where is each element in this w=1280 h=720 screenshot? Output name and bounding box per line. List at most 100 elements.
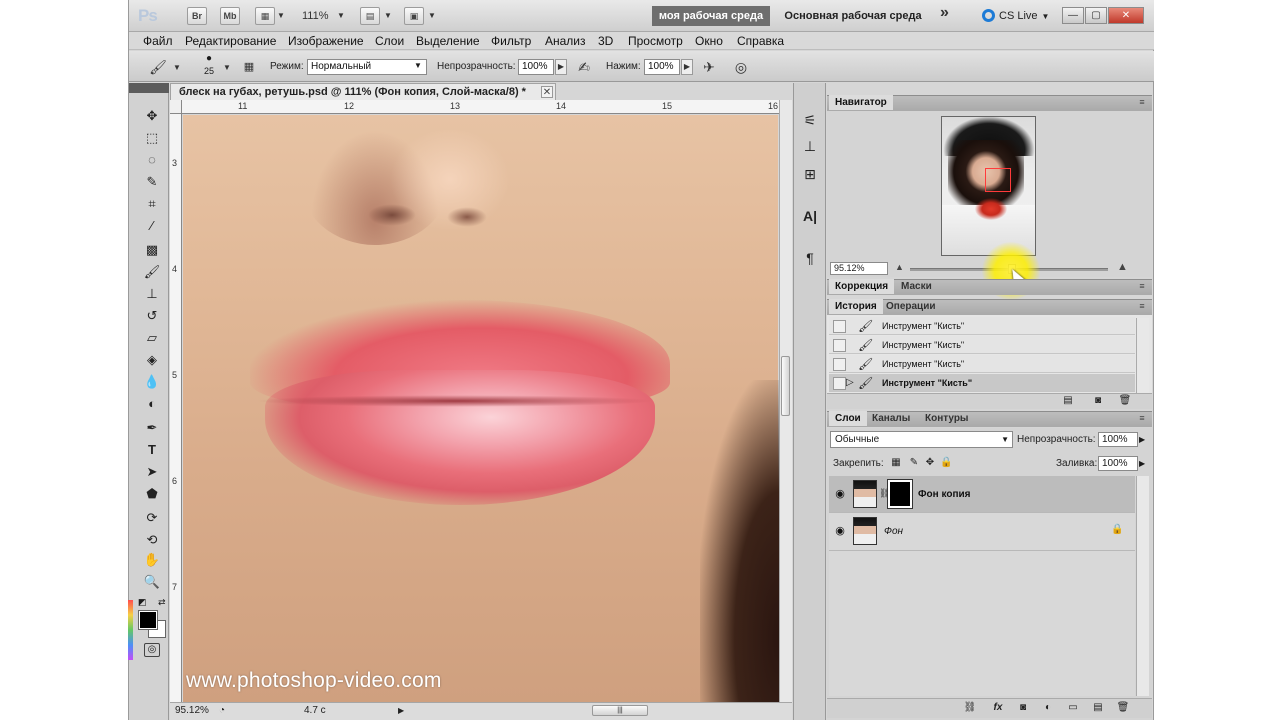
ruler-origin[interactable] [170,100,182,114]
navigator-zoom-input[interactable]: 95.12% [830,262,888,275]
gradient-icon[interactable]: ◈ [140,350,164,370]
move-icon[interactable]: ✥ [140,106,164,126]
history-item[interactable] [829,336,1135,354]
zoom-in-icon[interactable]: ▲ [1117,262,1128,273]
foreground-color-swatch[interactable] [138,610,158,630]
history-snapshot-box[interactable] [833,339,846,352]
layer-name[interactable]: Фон копия [918,488,970,502]
delete-layer-icon[interactable]: 🗑 [1115,700,1131,716]
zoom-chevron-icon[interactable]: ▼ [337,8,345,24]
tool-preset-chevron-icon[interactable]: ▼ [173,60,181,76]
menu-window[interactable]: Окно [695,33,723,49]
layer-opacity-slider-icon[interactable]: ▶ [1139,435,1145,444]
mini-bridge-button[interactable]: Mb [220,7,240,25]
visibility-eye-icon[interactable]: ◉ [833,524,847,538]
workspace-my[interactable]: моя рабочая среда [652,6,770,26]
fill-slider-icon[interactable]: ▶ [1139,459,1145,468]
opacity-slider-button[interactable]: ▶ [555,59,567,75]
tab-history[interactable]: История [829,299,883,314]
link-layers-icon[interactable]: ⛓ [962,700,978,716]
navigator-panel-menu-icon[interactable]: ≡ [1135,96,1149,108]
history-brush-icon[interactable]: ↺ [140,306,164,326]
pen-icon[interactable]: ✒ [140,418,164,438]
marquee-icon[interactable]: ⬚ [140,128,164,148]
screen-mode-button[interactable]: ▣ [404,7,424,25]
add-mask-icon[interactable]: ◙ [1015,700,1031,716]
maximize-button[interactable]: ▢ [1085,7,1107,24]
horizontal-ruler[interactable]: 11 12 13 14 15 16 [182,100,790,114]
zoom-level-select[interactable]: 111% [302,8,329,24]
history-item[interactable] [829,317,1135,335]
document-tab[interactable]: блеск на губах, ретушь.psd @ 111% (Фон к… [170,83,556,100]
flow-slider-button[interactable]: ▶ [681,59,693,75]
canvas-horizontal-scroll-thumb[interactable]: ||| [592,705,648,716]
menu-filter[interactable]: Фильтр [491,33,531,49]
quick-mask-icon[interactable]: ◎ [144,643,160,657]
bridge-button[interactable]: Br [187,7,207,25]
brush-icon[interactable]: 🖌 [140,262,164,282]
shape-icon[interactable]: ⬟ [140,484,164,504]
blend-mode-select[interactable]: Нормальный [307,59,427,75]
flow-input[interactable]: 100% [644,59,680,75]
menu-edit[interactable]: Редактирование [185,33,276,49]
brush-size-picker[interactable]: ● 25 [198,53,220,79]
quick-select-icon[interactable]: ✎ [140,172,164,192]
new-snapshot-icon[interactable]: ◙ [1090,393,1106,409]
zoom-icon[interactable]: 🔍 [140,572,164,592]
delete-state-icon[interactable]: 🗑 [1117,393,1133,409]
clone-source-icon[interactable]: ⊥ [798,134,822,158]
menu-select[interactable]: Выделение [416,33,480,49]
vertical-ruler[interactable]: 3 4 5 6 7 [170,114,182,702]
brush-panel-toggle-icon[interactable]: ▦ [239,56,259,76]
tab-paths[interactable]: Контуры [919,411,974,426]
history-item-current[interactable] [829,374,1135,392]
layer-mask-thumbnail[interactable] [887,479,913,509]
tab-layers[interactable]: Слои [829,411,867,426]
lock-position-icon[interactable]: ✥ [924,457,936,469]
tab-navigator[interactable]: Навигатор [829,95,893,110]
history-snapshot-box[interactable] [833,377,846,390]
status-zoom[interactable]: 95.12% [175,704,209,717]
layer-thumbnail[interactable] [853,517,877,545]
arrange-documents-button[interactable]: ▤ [360,7,380,25]
eraser-icon[interactable]: ▱ [140,328,164,348]
navigator-view-box[interactable] [985,168,1011,192]
tab-actions[interactable]: Операции [880,299,942,314]
tool-preset-brush-icon[interactable]: 🖌 [148,56,168,76]
view-extras-button[interactable]: ▦ [255,7,275,25]
tablet-opacity-icon[interactable]: ✍ [574,56,594,76]
history-scrollbar[interactable] [1136,318,1149,393]
view-extras-chevron-icon[interactable]: ▼ [277,8,285,24]
new-group-icon[interactable]: ▭ [1065,700,1081,716]
adjustment-layer-icon[interactable]: ◐ [1040,700,1056,716]
character-panel-icon[interactable]: A| [798,204,822,228]
hand-icon[interactable]: ✋ [140,550,164,570]
3d-rotate-icon[interactable]: ⟳ [140,508,164,528]
layers-scrollbar[interactable] [1136,476,1149,696]
close-window-button[interactable]: ✕ [1108,7,1144,24]
lock-pixels-icon[interactable]: ✎ [908,457,920,469]
fill-input[interactable]: 100% [1098,456,1138,471]
brush-presets-icon[interactable]: ⚟ [798,108,822,132]
arrange-chevron-icon[interactable]: ▼ [384,8,392,24]
eyedropper-icon[interactable]: ⁄ [140,216,164,236]
layer-thumbnail[interactable] [853,480,877,508]
adjustments-panel-menu-icon[interactable]: ≡ [1135,280,1149,292]
minimize-button[interactable]: — [1062,7,1084,24]
menu-layers[interactable]: Слои [375,33,404,49]
lock-transparency-icon[interactable]: ▦ [890,457,902,469]
path-select-icon[interactable]: ➤ [140,462,164,482]
screen-mode-chevron-icon[interactable]: ▼ [428,8,436,24]
tablet-size-icon[interactable]: ◎ [731,56,751,76]
blur-icon[interactable]: 💧 [140,372,164,392]
paragraph-panel-icon[interactable]: ¶ [798,246,822,270]
menu-image[interactable]: Изображение [288,33,364,49]
menu-view[interactable]: Просмотр [628,33,683,49]
status-menu-arrow-icon[interactable]: ▶ [398,704,404,717]
brush-picker-chevron-icon[interactable]: ▼ [223,60,231,76]
zoom-out-icon[interactable]: ▲ [895,262,904,273]
tab-masks[interactable]: Маски [895,279,938,294]
visibility-eye-icon[interactable]: ◉ [833,487,847,501]
swap-colors-icon[interactable]: ⇄ [158,597,166,608]
status-info-icon[interactable]: ◔ [219,704,225,717]
